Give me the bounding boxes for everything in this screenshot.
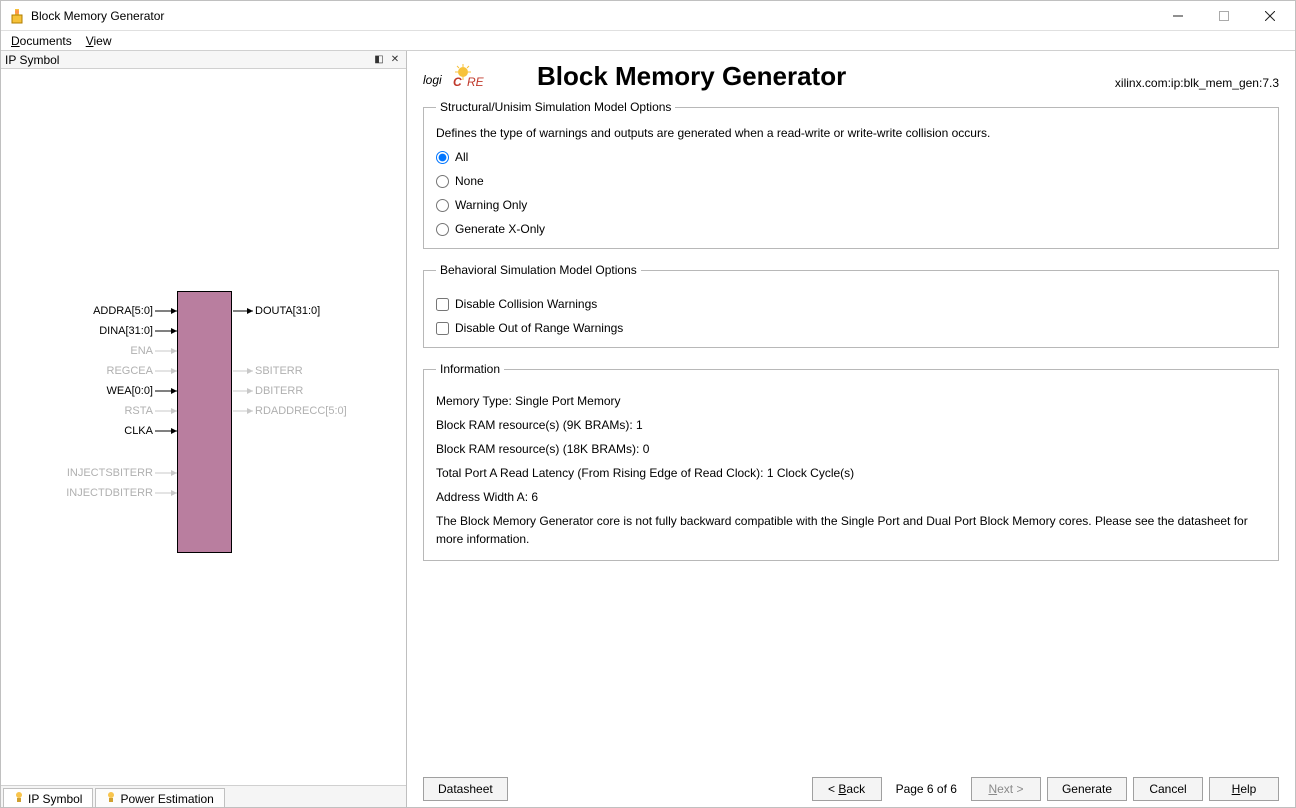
- minimize-button[interactable]: [1155, 1, 1201, 31]
- svg-text:RE: RE: [467, 75, 485, 89]
- tab-ip-symbol[interactable]: IP Symbol: [3, 788, 93, 807]
- group-information-legend: Information: [436, 362, 504, 376]
- radio-all[interactable]: All: [436, 150, 1266, 164]
- port-clka: CLKA: [71, 425, 153, 437]
- logicore-logo: logi C RE: [423, 64, 505, 92]
- port-rsta: RSTA: [71, 405, 153, 417]
- info-memory-type: Memory Type: Single Port Memory: [436, 392, 1266, 410]
- port-injectdbiterr: INJECTDBITERR: [51, 487, 153, 499]
- menu-documents[interactable]: Documents: [11, 34, 72, 48]
- bulb-icon: [106, 791, 116, 806]
- group-structural-sim-legend: Structural/Unisim Simulation Model Optio…: [436, 100, 675, 114]
- left-pane-tabs: IP Symbol Power Estimation: [1, 785, 406, 807]
- check-disable-collision[interactable]: Disable Collision Warnings: [436, 297, 1266, 311]
- tab-ip-symbol-label: IP Symbol: [28, 792, 82, 806]
- port-injectsbiterr: INJECTSBITERR: [51, 467, 153, 479]
- datasheet-button[interactable]: Datasheet: [423, 777, 508, 801]
- info-latency: Total Port A Read Latency (From Rising E…: [436, 464, 1266, 482]
- close-pane-icon[interactable]: ✕: [388, 53, 402, 67]
- window-title: Block Memory Generator: [31, 9, 164, 23]
- radio-generate-x-only[interactable]: Generate X-Only: [436, 222, 1266, 236]
- port-ena: ENA: [71, 345, 153, 357]
- radio-none[interactable]: None: [436, 174, 1266, 188]
- ip-symbol-pane-header: IP Symbol ◧ ✕: [1, 51, 406, 69]
- port-wea: WEA[0:0]: [71, 385, 153, 397]
- group-behavioral-sim-legend: Behavioral Simulation Model Options: [436, 263, 641, 277]
- svg-text:logi: logi: [423, 73, 442, 87]
- help-button[interactable]: Help: [1209, 777, 1279, 801]
- app-icon: [9, 8, 25, 24]
- info-bram-9k: Block RAM resource(s) (9K BRAMs): 1: [436, 416, 1266, 434]
- info-compat-note: The Block Memory Generator core is not f…: [436, 512, 1266, 548]
- group-behavioral-sim: Behavioral Simulation Model Options Disa…: [423, 263, 1279, 348]
- tab-power-estimation-label: Power Estimation: [120, 792, 213, 806]
- ip-symbol-canvas[interactable]: ADDRA[5:0] DINA[31:0] ENA REGCEA WEA[0:0…: [1, 69, 406, 785]
- group-structural-sim: Structural/Unisim Simulation Model Optio…: [423, 100, 1279, 249]
- page-indicator: Page 6 of 6: [888, 782, 965, 796]
- port-addra: ADDRA[5:0]: [71, 305, 153, 317]
- tab-power-estimation[interactable]: Power Estimation: [95, 788, 224, 807]
- generate-button[interactable]: Generate: [1047, 777, 1127, 801]
- menu-view[interactable]: View: [86, 34, 112, 48]
- config-pane: logi C RE Block Memory Generator xilinx.…: [407, 51, 1295, 807]
- ip-identifier: xilinx.com:ip:blk_mem_gen:7.3: [1115, 76, 1279, 90]
- port-sbiterr: SBITERR: [255, 365, 303, 377]
- undock-icon[interactable]: ◧: [372, 53, 386, 67]
- wizard-footer: Datasheet < Back Page 6 of 6 Next > Gene…: [423, 769, 1279, 801]
- port-regcea: REGCEA: [71, 365, 153, 377]
- port-douta: DOUTA[31:0]: [255, 305, 320, 317]
- structural-sim-desc: Defines the type of warnings and outputs…: [436, 126, 1266, 140]
- pane-header-title: IP Symbol: [5, 53, 370, 67]
- check-disable-range[interactable]: Disable Out of Range Warnings: [436, 321, 1266, 335]
- ip-symbol-pane: IP Symbol ◧ ✕ ADDRA[5:0] DINA[31:0] ENA …: [1, 51, 407, 807]
- page-title: Block Memory Generator: [537, 61, 846, 92]
- titlebar: Block Memory Generator: [1, 1, 1295, 31]
- info-bram-18k: Block RAM resource(s) (18K BRAMs): 0: [436, 440, 1266, 458]
- next-button: Next >: [971, 777, 1041, 801]
- cancel-button[interactable]: Cancel: [1133, 777, 1203, 801]
- port-dina: DINA[31:0]: [71, 325, 153, 337]
- maximize-button[interactable]: [1201, 1, 1247, 31]
- port-rdaddrecc: RDADDRECC[5:0]: [255, 405, 347, 417]
- info-addr-width: Address Width A: 6: [436, 488, 1266, 506]
- svg-text:C: C: [453, 75, 462, 89]
- back-button[interactable]: < Back: [812, 777, 882, 801]
- port-dbiterr: DBITERR: [255, 385, 303, 397]
- close-button[interactable]: [1247, 1, 1293, 31]
- menubar: Documents View: [1, 31, 1295, 51]
- ip-block-rect: [177, 291, 232, 553]
- radio-warning-only[interactable]: Warning Only: [436, 198, 1266, 212]
- bulb-icon: [14, 791, 24, 806]
- group-information: Information Memory Type: Single Port Mem…: [423, 362, 1279, 561]
